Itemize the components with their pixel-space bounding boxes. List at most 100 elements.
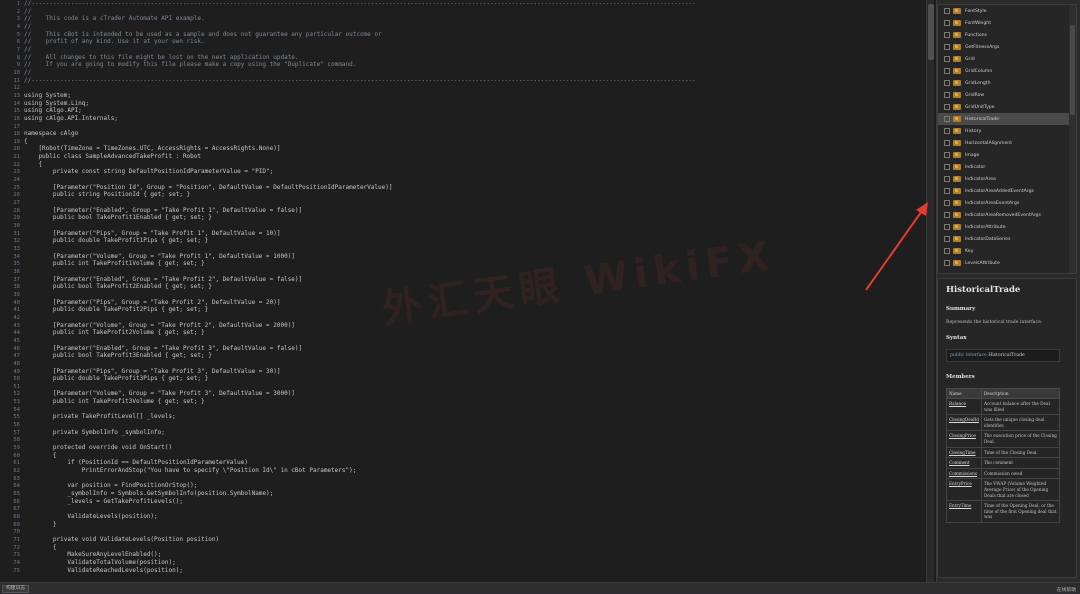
code-line[interactable]: 2// — [0, 8, 926, 16]
expand-icon[interactable] — [944, 224, 950, 230]
expand-icon[interactable] — [944, 32, 950, 38]
code-line[interactable]: 24 — [0, 176, 926, 184]
tree-item[interactable]: IndicatorAreaAddedEventArgs — [938, 185, 1076, 197]
expand-icon[interactable] — [944, 152, 950, 158]
tree-item[interactable]: Key — [938, 245, 1076, 257]
tree-item[interactable]: History — [938, 125, 1076, 137]
code-line[interactable]: 65 _symbolInfo = Symbols.GetSymbolInfo(p… — [0, 490, 926, 498]
tree-item[interactable]: IndicatorAreaEventArgs — [938, 197, 1076, 209]
code-line[interactable]: 59 protected override void OnStart() — [0, 444, 926, 452]
code-line[interactable]: 69 } — [0, 521, 926, 529]
build-log-tab[interactable]: 构建日志 — [2, 585, 30, 593]
code-line[interactable]: 57 private SymbolInfo _symbolInfo; — [0, 429, 926, 437]
tree-item[interactable]: HorizontalAlignment — [938, 137, 1076, 149]
code-line[interactable]: 48 — [0, 360, 926, 368]
code-line[interactable]: 51 — [0, 383, 926, 391]
code-line[interactable]: 25 [Parameter("Position Id", Group = "Po… — [0, 184, 926, 192]
code-line[interactable]: 14 using System.Linq; — [0, 100, 926, 108]
expand-icon[interactable] — [944, 260, 950, 266]
tree-item[interactable]: FontStyle — [938, 5, 1076, 17]
code-line[interactable]: 11//------------------------------------… — [0, 77, 926, 85]
member-name-link[interactable]: Balance — [946, 397, 982, 416]
tree-item[interactable]: LevelsAttribute — [938, 257, 1076, 269]
code-line[interactable]: 46 [Parameter("Enabled", Group = "Take P… — [0, 345, 926, 353]
tree-item[interactable]: Image — [938, 149, 1076, 161]
tree-item[interactable]: GetFitnessArgs — [938, 41, 1076, 53]
code-line[interactable]: 64 var position = FindPositionOrStop(); — [0, 482, 926, 490]
code-line[interactable]: 10// — [0, 69, 926, 77]
code-line[interactable]: 7// — [0, 46, 926, 54]
member-name-link[interactable]: ClosingPrice — [946, 430, 982, 448]
code-line[interactable]: 12 — [0, 84, 926, 92]
tree-item[interactable]: HistoricalTrade — [938, 113, 1076, 125]
code-line[interactable]: 15 using cAlgo.API; — [0, 107, 926, 115]
code-line[interactable]: 72 { — [0, 544, 926, 552]
code-line[interactable]: 63 — [0, 475, 926, 483]
expand-icon[interactable] — [944, 104, 950, 110]
code-line[interactable]: 22 { — [0, 161, 926, 169]
tree-item[interactable]: IndicatorAreaRemovedEventArgs — [938, 209, 1076, 221]
code-line[interactable]: 6// profit of any kind. Use it at your o… — [0, 38, 926, 46]
code-line[interactable]: 23 private const string DefaultPositionI… — [0, 168, 926, 176]
tree-item[interactable]: Functions — [938, 29, 1076, 41]
member-name-link[interactable]: Comment — [946, 457, 982, 469]
expand-icon[interactable] — [944, 236, 950, 242]
code-line[interactable]: 75 ValidateReachedLevels(position); — [0, 567, 926, 575]
tree-scroll-thumb[interactable] — [1070, 25, 1075, 115]
code-line[interactable]: 16 using cAlgo.API.Internals; — [0, 115, 926, 123]
expand-icon[interactable] — [944, 176, 950, 182]
code-line[interactable]: 19{ — [0, 138, 926, 146]
online-help-label[interactable]: 在线帮助 — [1057, 586, 1076, 593]
code-line[interactable]: 34 [Parameter("Volume", Group = "Take Pr… — [0, 253, 926, 261]
code-line[interactable]: 49 [Parameter("Pips", Group = "Take Prof… — [0, 368, 926, 376]
code-line[interactable]: 52 [Parameter("Volume", Group = "Take Pr… — [0, 390, 926, 398]
expand-icon[interactable] — [944, 68, 950, 74]
expand-icon[interactable] — [944, 20, 950, 26]
code-line[interactable]: 61 if (PositionId == DefaultPositionIdPa… — [0, 459, 926, 467]
code-line[interactable]: 53 public int TakeProfit3Volume { get; s… — [0, 398, 926, 406]
expand-icon[interactable] — [944, 164, 950, 170]
tree-item[interactable]: IndicatorAttribute — [938, 221, 1076, 233]
code-line[interactable]: 45 — [0, 337, 926, 345]
code-line[interactable]: 47 public bool TakeProfit3Enabled { get;… — [0, 352, 926, 360]
code-line[interactable]: 74 ValidateTotalVolume(position); — [0, 559, 926, 567]
code-line[interactable]: 66 _levels = GetTakeProfitLevels(); — [0, 498, 926, 506]
expand-icon[interactable] — [944, 212, 950, 218]
code-line[interactable]: 30 — [0, 222, 926, 230]
code-line[interactable]: 68 ValidateLevels(position); — [0, 513, 926, 521]
member-name-link[interactable]: EntryPrice — [946, 478, 982, 502]
code-line[interactable]: 60 { — [0, 452, 926, 460]
expand-icon[interactable] — [944, 248, 950, 254]
member-name-link[interactable]: ClosingTime — [946, 446, 982, 459]
code-line[interactable]: 17 — [0, 123, 926, 131]
tree-item[interactable]: GridLength — [938, 77, 1076, 89]
code-line[interactable]: 67 — [0, 505, 926, 513]
code-line[interactable]: 56 — [0, 421, 926, 429]
expand-icon[interactable] — [944, 44, 950, 50]
expand-icon[interactable] — [944, 188, 950, 194]
tree-scrollbar[interactable] — [1069, 5, 1076, 273]
editor-scroll-thumb[interactable] — [928, 4, 934, 60]
tree-item[interactable]: IndicatorArea — [938, 173, 1076, 185]
tree-item[interactable]: FontWeight — [938, 17, 1076, 29]
code-line[interactable]: 73 MakeSureAnyLevelEnabled(); — [0, 551, 926, 559]
expand-icon[interactable] — [944, 140, 950, 146]
member-name-link[interactable]: Commissions — [946, 467, 982, 480]
code-line[interactable]: 54 — [0, 406, 926, 414]
code-line[interactable]: 44 public int TakeProfit2Volume { get; s… — [0, 329, 926, 337]
member-name-link[interactable]: EntryTime — [946, 500, 982, 523]
code-line[interactable]: 18 namespace cAlgo — [0, 130, 926, 138]
code-line[interactable]: 1//-------------------------------------… — [0, 0, 926, 8]
member-name-link[interactable]: ClosingDealId — [946, 414, 982, 432]
expand-icon[interactable] — [944, 80, 950, 86]
expand-icon[interactable] — [944, 128, 950, 134]
code-line[interactable]: 8// All changes to this file might be lo… — [0, 54, 926, 62]
tree-item[interactable]: GridRow — [938, 89, 1076, 101]
expand-icon[interactable] — [944, 116, 950, 122]
code-line[interactable]: 31 [Parameter("Pips", Group = "Take Prof… — [0, 230, 926, 238]
code-line[interactable]: 28 [Parameter("Enabled", Group = "Take P… — [0, 207, 926, 215]
tree-item[interactable]: Grid — [938, 53, 1076, 65]
code-line[interactable]: 50 public double TakeProfit3Pips { get; … — [0, 375, 926, 383]
code-line[interactable]: 70 — [0, 528, 926, 536]
code-line[interactable]: 13 using System; — [0, 92, 926, 100]
